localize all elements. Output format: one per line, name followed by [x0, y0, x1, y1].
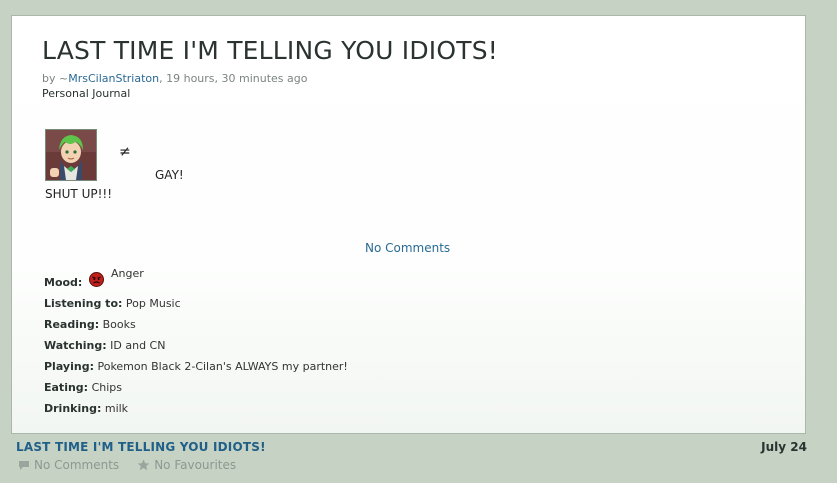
meta-value: milk	[104, 402, 129, 415]
category-label: Personal Journal	[42, 87, 131, 100]
meta-label: Playing:	[44, 360, 94, 373]
byline-time: , 19 hours, 30 minutes ago	[159, 72, 308, 85]
footer-favourites[interactable]: No Favourites	[137, 458, 236, 472]
meta-label: Watching:	[44, 339, 107, 352]
mood-row: Mood:	[44, 276, 82, 289]
mood-label: Mood:	[44, 276, 83, 289]
meta-label: Drinking:	[44, 402, 102, 415]
shut-up-text: SHUT UP!!!	[45, 187, 113, 201]
cilan-avatar-icon	[45, 129, 97, 181]
meta-row-watching: Watching: ID and CN	[44, 339, 165, 352]
meta-value: Books	[102, 318, 136, 331]
footer-links: No Comments No Favourites	[18, 458, 236, 472]
not-equal-sign: ≠	[119, 144, 131, 160]
byline: by ~MrsCilanStriaton, 19 hours, 30 minut…	[42, 72, 308, 85]
meta-label: Eating:	[44, 381, 89, 394]
meta-label: Reading:	[44, 318, 100, 331]
page-title: LAST TIME I'M TELLING YOU IDIOTS!	[42, 36, 498, 65]
meta-value: Pokemon Black 2-Cilan's ALWAYS my partne…	[97, 360, 348, 373]
author-link[interactable]: MrsCilanStriaton	[68, 72, 159, 85]
meta-value: Pop Music	[125, 297, 181, 310]
meta-value: ID and CN	[110, 339, 166, 352]
meta-row-eating: Eating: Chips	[44, 381, 122, 394]
meta-row-listening: Listening to: Pop Music	[44, 297, 181, 310]
mood-value: Anger	[111, 267, 144, 280]
meta-row-reading: Reading: Books	[44, 318, 136, 331]
gay-text: GAY!	[155, 168, 184, 182]
meta-label: Listening to:	[44, 297, 123, 310]
footer-comments[interactable]: No Comments	[18, 458, 119, 472]
footer-date: July 24	[761, 440, 807, 454]
byline-prefix: by ~	[42, 72, 69, 85]
anger-face-icon	[89, 272, 104, 287]
journal-card: LAST TIME I'M TELLING YOU IDIOTS! by ~Mr…	[11, 15, 806, 434]
star-icon	[137, 459, 150, 471]
meta-value: Chips	[91, 381, 122, 394]
comments-link[interactable]: No Comments	[365, 241, 450, 255]
meta-row-drinking: Drinking: milk	[44, 402, 128, 415]
footer-favourites-label: No Favourites	[154, 458, 237, 472]
meta-row-playing: Playing: Pokemon Black 2-Cilan's ALWAYS …	[44, 360, 348, 373]
footer-comments-label: No Comments	[34, 458, 120, 472]
comment-icon	[19, 460, 29, 470]
footer-title-link[interactable]: LAST TIME I'M TELLING YOU IDIOTS!	[16, 440, 266, 454]
